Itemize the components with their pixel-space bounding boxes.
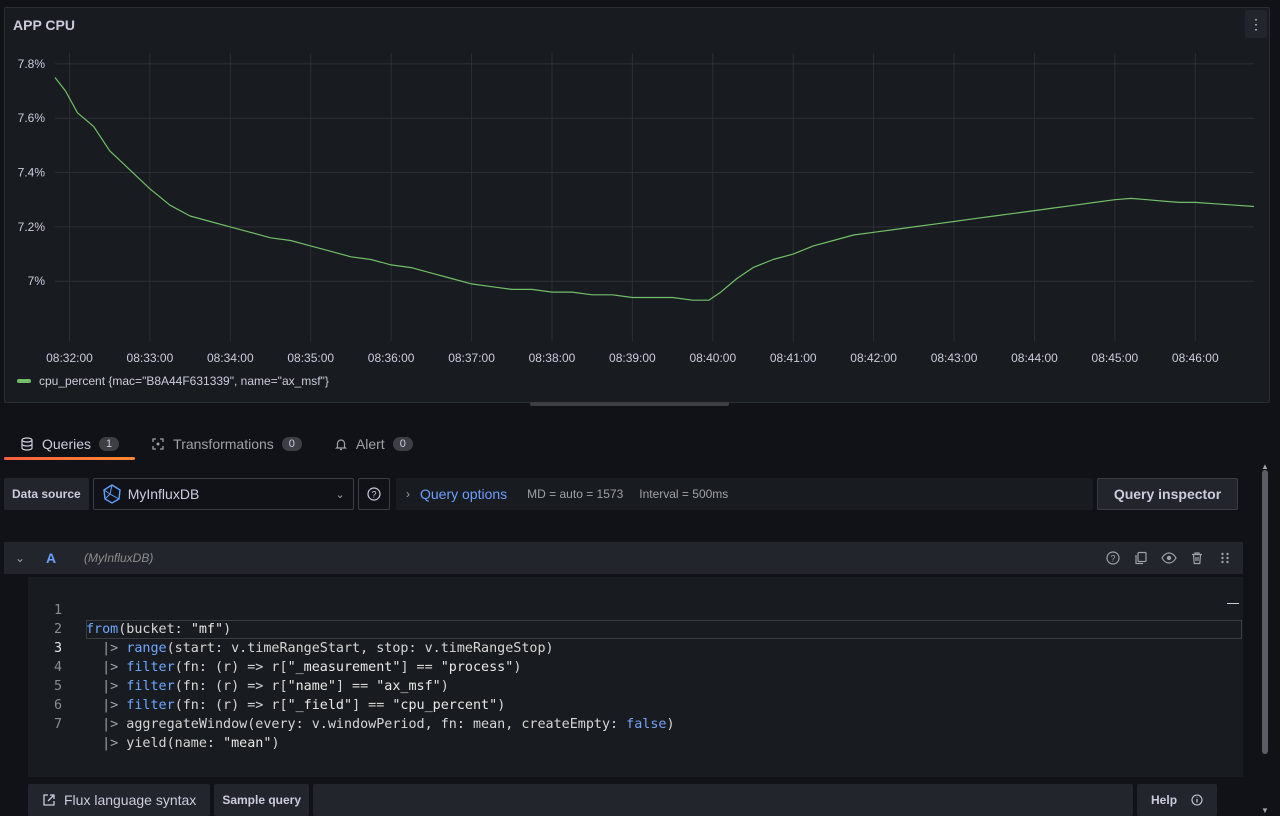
tab-label: Queries — [42, 436, 92, 452]
vertical-scrollbar[interactable] — [1262, 470, 1268, 754]
svg-text:?: ? — [371, 490, 376, 500]
line-number: 7 — [53, 717, 62, 732]
eye-icon[interactable] — [1161, 550, 1177, 566]
x-tick-label: 08:33:00 — [127, 351, 174, 365]
query-row-header: ⌄ A (MyInfluxDB) ? — [4, 542, 1243, 574]
x-tick-label: 08:40:00 — [689, 351, 736, 365]
scroll-down-arrow-icon[interactable]: ▼ — [1261, 806, 1269, 815]
x-tick-label: 08:36:00 — [368, 351, 415, 365]
x-tick-label: 08:37:00 — [448, 351, 495, 365]
code-line: 1 from(bucket: "mf") — [28, 582, 1243, 637]
help-icon: ? — [367, 487, 381, 501]
query-editor-footer: Flux language syntax Sample query Help — [28, 784, 1218, 816]
sample-query-button[interactable]: Sample query — [214, 784, 310, 816]
panel-resize-handle[interactable] — [530, 402, 729, 406]
datasource-help-button[interactable]: ? — [357, 478, 390, 510]
code-text: |> aggregateWindow(every: v.windowPeriod… — [102, 717, 675, 732]
flux-code-editor[interactable]: 1 from(bucket: "mf") 2 |> range(start: v… — [28, 577, 1243, 777]
query-row-actions: ? — [1105, 550, 1243, 566]
duplicate-icon[interactable] — [1133, 550, 1149, 566]
tab-count-badge: 1 — [99, 437, 120, 451]
x-tick-label: 08:35:00 — [287, 351, 334, 365]
info-icon — [1191, 794, 1203, 806]
datasource-label: Data source — [4, 478, 89, 510]
legend-label: cpu_percent {mac="B8A44F631339", name="a… — [39, 374, 329, 388]
interval-value: Interval = 500ms — [639, 487, 729, 501]
flux-syntax-label: Flux language syntax — [64, 792, 197, 808]
chart-legend[interactable]: cpu_percent {mac="B8A44F631339", name="a… — [17, 374, 329, 388]
tab-alert[interactable]: Alert 0 — [318, 428, 429, 460]
editor-tabs: Queries 1 Transformations 0 Alert 0 — [4, 428, 429, 460]
series-line — [54, 77, 1255, 301]
influxdb-icon — [102, 484, 121, 504]
bell-icon — [334, 439, 347, 451]
help-icon[interactable]: ? — [1105, 550, 1121, 566]
tab-transformations[interactable]: Transformations 0 — [135, 428, 318, 460]
tab-count-badge: 0 — [281, 437, 302, 451]
help-label: Help — [1151, 793, 1178, 807]
tab-label: Alert — [355, 436, 385, 452]
query-editor-area: Data source MyInfluxDB ⌄ ? › Query optio… — [0, 462, 1260, 816]
legend-swatch — [17, 379, 31, 383]
y-tick-label: 7% — [28, 274, 46, 288]
x-tick-label: 08:41:00 — [770, 351, 817, 365]
x-tick-label: 08:34:00 — [207, 351, 254, 365]
external-link-icon — [43, 794, 55, 806]
x-tick-label: 08:38:00 — [529, 351, 576, 365]
trash-icon[interactable] — [1189, 550, 1205, 566]
datasource-picker[interactable]: MyInfluxDB ⌄ — [92, 478, 354, 510]
chevron-down-icon[interactable]: ⌄ — [4, 551, 36, 565]
code-text: |> yield(name: "mean") — [102, 736, 280, 751]
query-ref-id[interactable]: A — [36, 550, 84, 566]
code-line: 2 |> range(start: v.timeRangeStart, stop… — [28, 601, 1243, 656]
database-icon — [21, 437, 33, 451]
x-tick-label: 08:44:00 — [1011, 351, 1058, 365]
x-tick-label: 08:46:00 — [1172, 351, 1219, 365]
x-tick-label: 08:45:00 — [1092, 351, 1139, 365]
query-inspector-button[interactable]: Query inspector — [1097, 478, 1238, 510]
query-options-label[interactable]: Query options — [420, 486, 507, 502]
code-line: 6 |> aggregateWindow(every: v.windowPeri… — [28, 677, 1243, 732]
cpu-line-chart: 7.8% 7.6% 7.4% 7.2% 7% 08:32:00 08:33:00 08:34:… — [18, 53, 1255, 365]
query-datasource-name: (MyInfluxDB) — [84, 551, 154, 565]
code-line: 3 |> filter(fn: (r) => r["_measurement"]… — [28, 620, 1243, 675]
datasource-selected: MyInfluxDB — [127, 486, 200, 502]
code-line: 4 |> filter(fn: (r) => r["name"] == "ax_… — [28, 639, 1243, 694]
y-tick-label: 7.4% — [18, 166, 46, 180]
tab-count-badge: 0 — [392, 437, 413, 451]
flux-syntax-link[interactable]: Flux language syntax — [28, 784, 211, 816]
max-data-points: MD = auto = 1573 — [527, 487, 624, 501]
datasource-row: Data source MyInfluxDB ⌄ ? — [4, 478, 390, 510]
tab-queries[interactable]: Queries 1 — [4, 428, 136, 460]
code-line: 7 |> yield(name: "mean") — [28, 696, 1243, 751]
y-tick-label: 7.6% — [18, 111, 46, 125]
y-tick-label: 7.8% — [18, 57, 46, 71]
chevron-right-icon: › — [406, 487, 410, 501]
code-line: 5 |> filter(fn: (r) => r["_field"] == "c… — [28, 658, 1243, 713]
help-button[interactable]: Help — [1137, 784, 1218, 816]
chevron-down-icon: ⌄ — [335, 488, 345, 501]
tab-label: Transformations — [173, 436, 274, 452]
x-tick-label: 08:43:00 — [931, 351, 978, 365]
footer-spacer — [313, 784, 1134, 816]
x-tick-label: 08:42:00 — [850, 351, 897, 365]
chart-panel: APP CPU ⋮ 7.8% 7.6% 7.4% 7.2% 7% 08:32:00 08:3… — [4, 7, 1270, 403]
drag-handle-icon[interactable] — [1217, 550, 1233, 566]
transform-icon — [152, 438, 164, 450]
x-tick-label: 08:39:00 — [609, 351, 656, 365]
y-tick-label: 7.2% — [18, 220, 46, 234]
svg-text:?: ? — [1110, 554, 1115, 564]
x-tick-label: 08:32:00 — [46, 351, 93, 365]
query-options-bar[interactable]: › Query options MD = auto = 1573 Interva… — [396, 478, 1093, 510]
